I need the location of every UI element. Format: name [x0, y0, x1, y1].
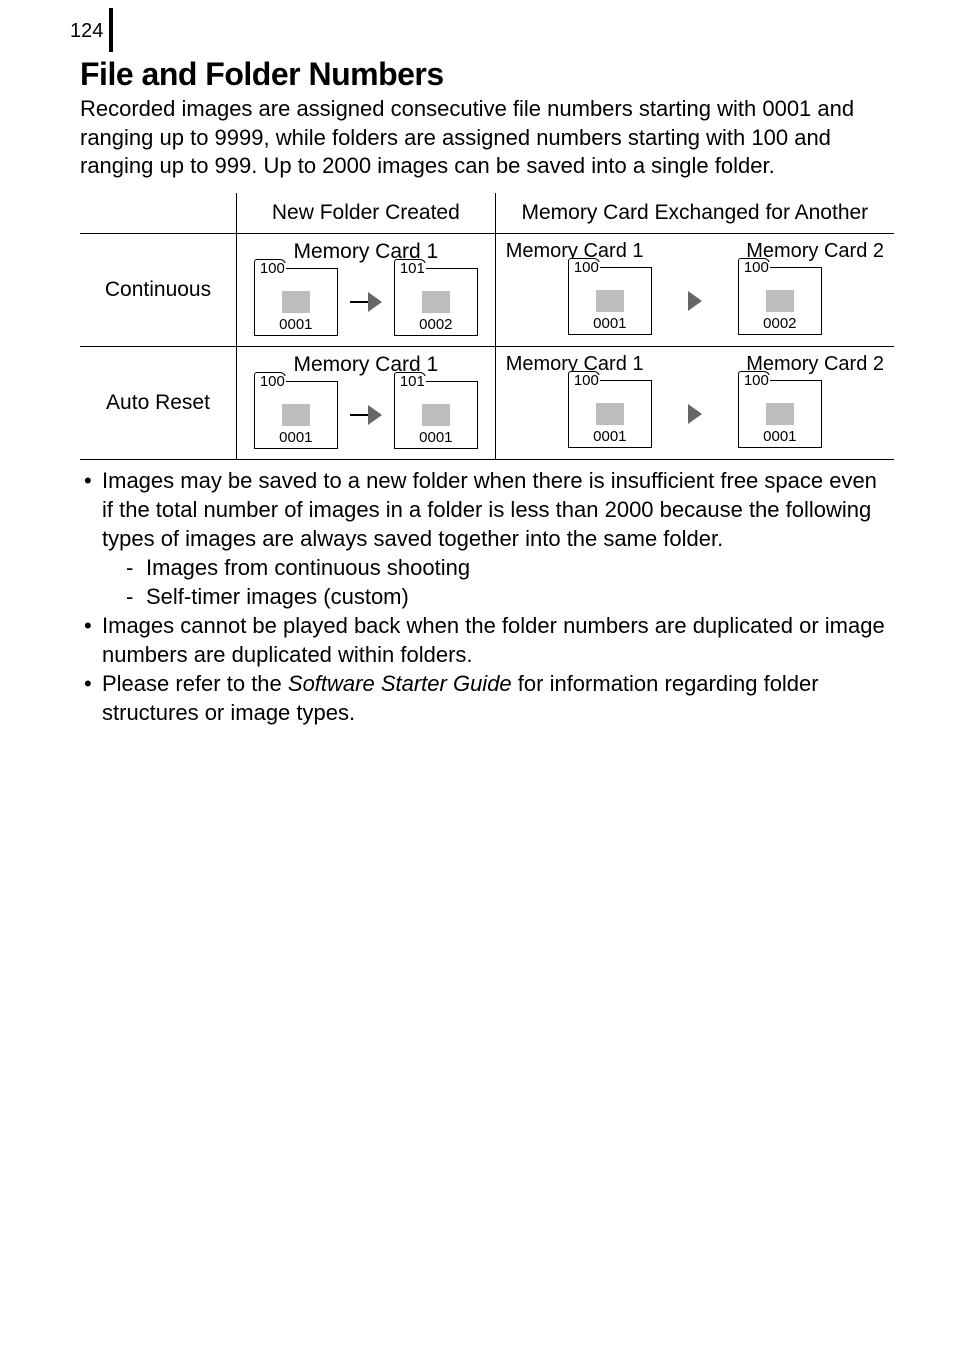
image-thumb-icon — [422, 291, 450, 313]
table-head-new-folder: New Folder Created — [237, 193, 496, 234]
note-text-em: Software Starter Guide — [288, 671, 512, 696]
page-number-divider — [109, 8, 113, 52]
folder-icon: 100 0001 — [568, 380, 652, 448]
notes-list: Images may be saved to a new folder when… — [80, 466, 894, 727]
note-subitem: Self-timer images (custom) — [102, 582, 894, 611]
table-corner — [80, 193, 237, 234]
note-subitem: Images from continuous shooting — [102, 553, 894, 582]
folder-tab-number: 100 — [743, 262, 770, 274]
file-number: 0001 — [279, 429, 312, 446]
image-thumb-icon — [766, 403, 794, 425]
image-thumb-icon — [596, 403, 624, 425]
image-thumb-icon — [282, 291, 310, 313]
file-number: 0002 — [763, 315, 796, 332]
folder-tab-number: 100 — [573, 262, 600, 274]
folder-tab-number: 100 — [259, 263, 286, 275]
image-thumb-icon — [422, 404, 450, 426]
arrow-icon — [688, 404, 702, 424]
image-thumb-icon — [766, 290, 794, 312]
cell-continuous-exchanged: Memory Card 1 Memory Card 2 100 0001 100 — [495, 233, 894, 346]
folder-icon: 100 0002 — [738, 267, 822, 335]
folder-icon: 100 0001 — [738, 380, 822, 448]
folder-icon: 101 0002 — [394, 268, 478, 336]
image-thumb-icon — [596, 290, 624, 312]
numbering-table: New Folder Created Memory Card Exchanged… — [80, 193, 894, 460]
page-title: File and Folder Numbers — [80, 56, 894, 93]
page-number: 124 — [70, 20, 109, 43]
folder-tab-number: 101 — [399, 263, 426, 275]
row-label-continuous: Continuous — [80, 233, 237, 346]
row-label-auto-reset: Auto Reset — [80, 346, 237, 459]
note-item: Images cannot be played back when the fo… — [80, 611, 894, 669]
page-number-block: 124 — [70, 20, 894, 52]
file-number: 0001 — [593, 315, 626, 332]
file-number: 0001 — [419, 429, 452, 446]
intro-paragraph: Recorded images are assigned consecutive… — [80, 95, 894, 181]
file-number: 0001 — [593, 428, 626, 445]
note-text: Images may be saved to a new folder when… — [102, 468, 877, 551]
folder-icon: 100 0001 — [568, 267, 652, 335]
file-number: 0001 — [763, 428, 796, 445]
file-number: 0002 — [419, 316, 452, 333]
note-item: Please refer to the Software Starter Gui… — [80, 669, 894, 727]
folder-tab-number: 101 — [399, 376, 426, 388]
folder-icon: 100 0001 — [254, 381, 338, 449]
arrow-icon — [368, 292, 382, 312]
folder-tab-number: 100 — [573, 375, 600, 387]
cell-autoreset-exchanged: Memory Card 1 Memory Card 2 100 0001 100 — [495, 346, 894, 459]
table-head-card-exchanged: Memory Card Exchanged for Another — [495, 193, 894, 234]
image-thumb-icon — [282, 404, 310, 426]
cell-continuous-newfolder: Memory Card 1 100 0001 101 0002 — [237, 233, 496, 346]
folder-tab-number: 100 — [743, 375, 770, 387]
arrow-icon — [688, 291, 702, 311]
cell-autoreset-newfolder: Memory Card 1 100 0001 101 0001 — [237, 346, 496, 459]
file-number: 0001 — [279, 316, 312, 333]
folder-icon: 100 0001 — [254, 268, 338, 336]
note-text-pre: Please refer to the — [102, 671, 288, 696]
folder-tab-number: 100 — [259, 376, 286, 388]
folder-icon: 101 0001 — [394, 381, 478, 449]
arrow-icon — [368, 405, 382, 425]
note-item: Images may be saved to a new folder when… — [80, 466, 894, 611]
